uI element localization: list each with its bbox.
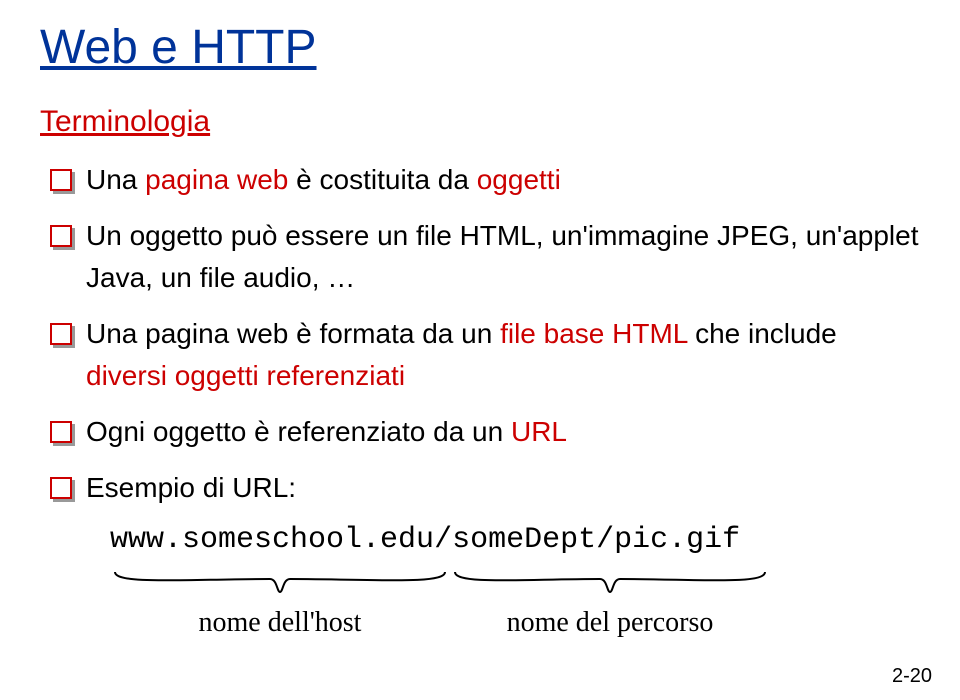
text: Una: [86, 164, 145, 195]
section-subtitle: Terminologia: [40, 105, 920, 139]
text: Esempio di URL:: [86, 472, 296, 503]
brace-icon: [450, 567, 770, 597]
page-title: Web e HTTP: [40, 20, 920, 75]
brace-host-block: nome dell'host: [110, 567, 450, 639]
text: Una pagina web è formata da un: [86, 318, 500, 349]
brace-path-label: nome del percorso: [507, 607, 714, 639]
text: è costituita da: [288, 164, 476, 195]
brace-row: nome dell'host nome del percorso: [110, 567, 920, 639]
text: che include: [687, 318, 836, 349]
brace-path-block: nome del percorso: [450, 567, 770, 639]
list-item: Esempio di URL:: [50, 467, 920, 509]
url-example: www.someschool.edu/someDept/pic.gif: [110, 523, 920, 557]
text: Un oggetto può essere un file HTML, un'i…: [86, 220, 918, 293]
emphasis: URL: [511, 416, 567, 447]
bullet-list: Una pagina web è costituita da oggetti U…: [50, 159, 920, 509]
emphasis: pagina web: [145, 164, 288, 195]
list-item: Ogni oggetto è referenziato da un URL: [50, 411, 920, 453]
url-path: /someDept/pic.gif: [434, 523, 740, 557]
slide-number: 2-20: [892, 665, 932, 688]
list-item: Una pagina web è costituita da oggetti: [50, 159, 920, 201]
emphasis: oggetti: [477, 164, 561, 195]
emphasis: file base HTML: [500, 318, 687, 349]
text: Ogni oggetto è referenziato da un: [86, 416, 511, 447]
brace-icon: [110, 567, 450, 597]
list-item: Una pagina web è formata da un file base…: [50, 313, 920, 397]
brace-host-label: nome dell'host: [199, 607, 362, 639]
slide: Web e HTTP Terminologia Una pagina web è…: [0, 0, 960, 700]
url-host: www.someschool.edu: [110, 523, 434, 557]
list-item: Un oggetto può essere un file HTML, un'i…: [50, 215, 920, 299]
emphasis: diversi oggetti referenziati: [86, 360, 405, 391]
